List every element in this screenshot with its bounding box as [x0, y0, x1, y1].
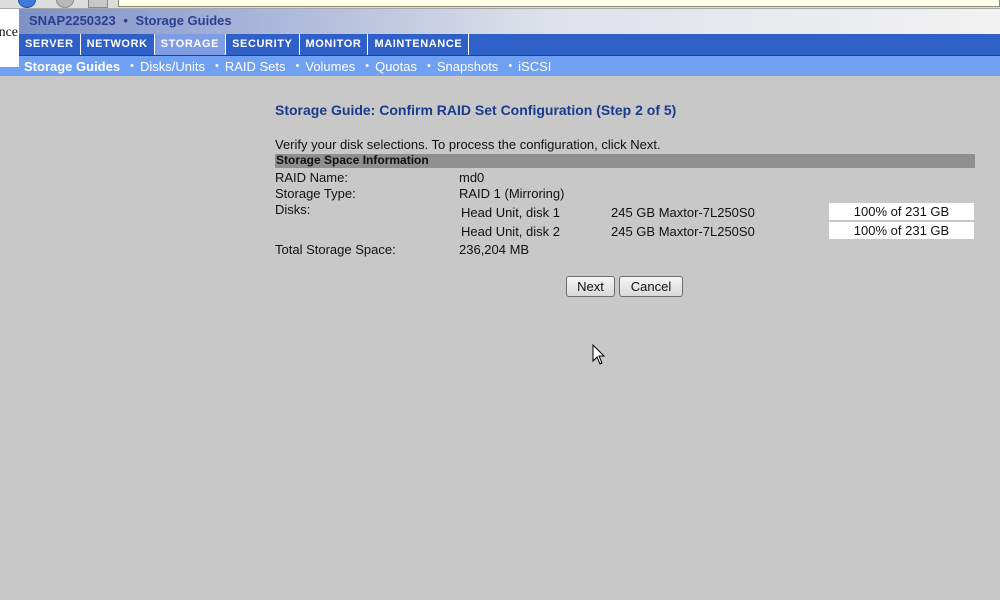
page-title: Storage Guide: Confirm RAID Set Configur…: [275, 102, 677, 118]
total-storage-label: Total Storage Space:: [275, 242, 396, 257]
subnav-bullet: •: [508, 60, 513, 72]
subnav-quotas[interactable]: Quotas: [375, 59, 417, 74]
disk-1-usage: 100% of 231 GB: [829, 203, 974, 220]
mouse-cursor-icon: [592, 344, 606, 365]
subnav-iscsi[interactable]: iSCSI: [518, 59, 551, 74]
header-section: Storage Guides: [135, 13, 232, 28]
header-title: SNAP2250323 • Storage Guides: [29, 13, 232, 28]
storage-type-value: RAID 1 (Mirroring): [459, 186, 565, 201]
tab-monitor[interactable]: MONITOR: [300, 34, 369, 55]
subnav-bullet: •: [214, 60, 219, 72]
subnav-raid-sets[interactable]: RAID Sets: [225, 59, 286, 74]
subnav-bullet: •: [427, 60, 431, 72]
disk-2-model: 245 GB Maxtor-7L250S0: [611, 224, 755, 239]
logo: nce: [0, 9, 19, 67]
tab-security[interactable]: SECURITY: [226, 34, 300, 55]
header-separator: •: [123, 13, 128, 28]
subnav-volumes[interactable]: Volumes: [305, 59, 355, 74]
subnav-bullet: •: [365, 60, 370, 72]
subnav-bullet: •: [130, 60, 134, 72]
tab-storage[interactable]: STORAGE: [154, 34, 227, 55]
tab-maintenance[interactable]: MAINTENANCE: [368, 34, 470, 55]
disk-1-model: 245 GB Maxtor-7L250S0: [611, 205, 755, 220]
logo-text: nce: [0, 25, 18, 40]
raid-name-label: RAID Name:: [275, 170, 348, 185]
subnav-bullet: •: [295, 60, 300, 72]
back-icon[interactable]: [18, 0, 36, 8]
subnav-storage-guides[interactable]: Storage Guides: [24, 59, 120, 74]
sub-nav: Storage Guides • Disks/Units • RAID Sets…: [0, 56, 1000, 76]
raid-name-value: md0: [459, 170, 485, 185]
browser-toolbar: [0, 0, 1000, 9]
total-storage-value: 236,204 MB: [459, 242, 530, 257]
next-button[interactable]: Next: [566, 276, 615, 297]
tab-server[interactable]: SERVER: [19, 34, 81, 55]
instructions-text: Verify your disk selections. To process …: [275, 137, 661, 152]
main-nav: SERVER NETWORK STORAGE SECURITY MONITOR …: [19, 34, 1000, 56]
home-icon[interactable]: [88, 0, 108, 8]
server-name: SNAP2250323: [29, 13, 116, 28]
address-bar[interactable]: [118, 0, 1000, 7]
disk-1-unit: Head Unit, disk 1: [461, 205, 560, 220]
disk-2-usage: 100% of 231 GB: [829, 222, 974, 239]
section-header-label: Storage Space Information: [276, 153, 429, 167]
cancel-button[interactable]: Cancel: [619, 276, 683, 297]
disks-label: Disks:: [275, 202, 311, 217]
disk-2-unit: Head Unit, disk 2: [461, 224, 560, 239]
tab-network[interactable]: NETWORK: [81, 34, 155, 55]
storage-type-label: Storage Type:: [275, 186, 356, 201]
subnav-snapshots[interactable]: Snapshots: [437, 59, 498, 74]
subnav-disks-units[interactable]: Disks/Units: [140, 59, 205, 74]
stop-icon[interactable]: [56, 0, 74, 8]
section-header: Storage Space Information: [275, 153, 975, 168]
